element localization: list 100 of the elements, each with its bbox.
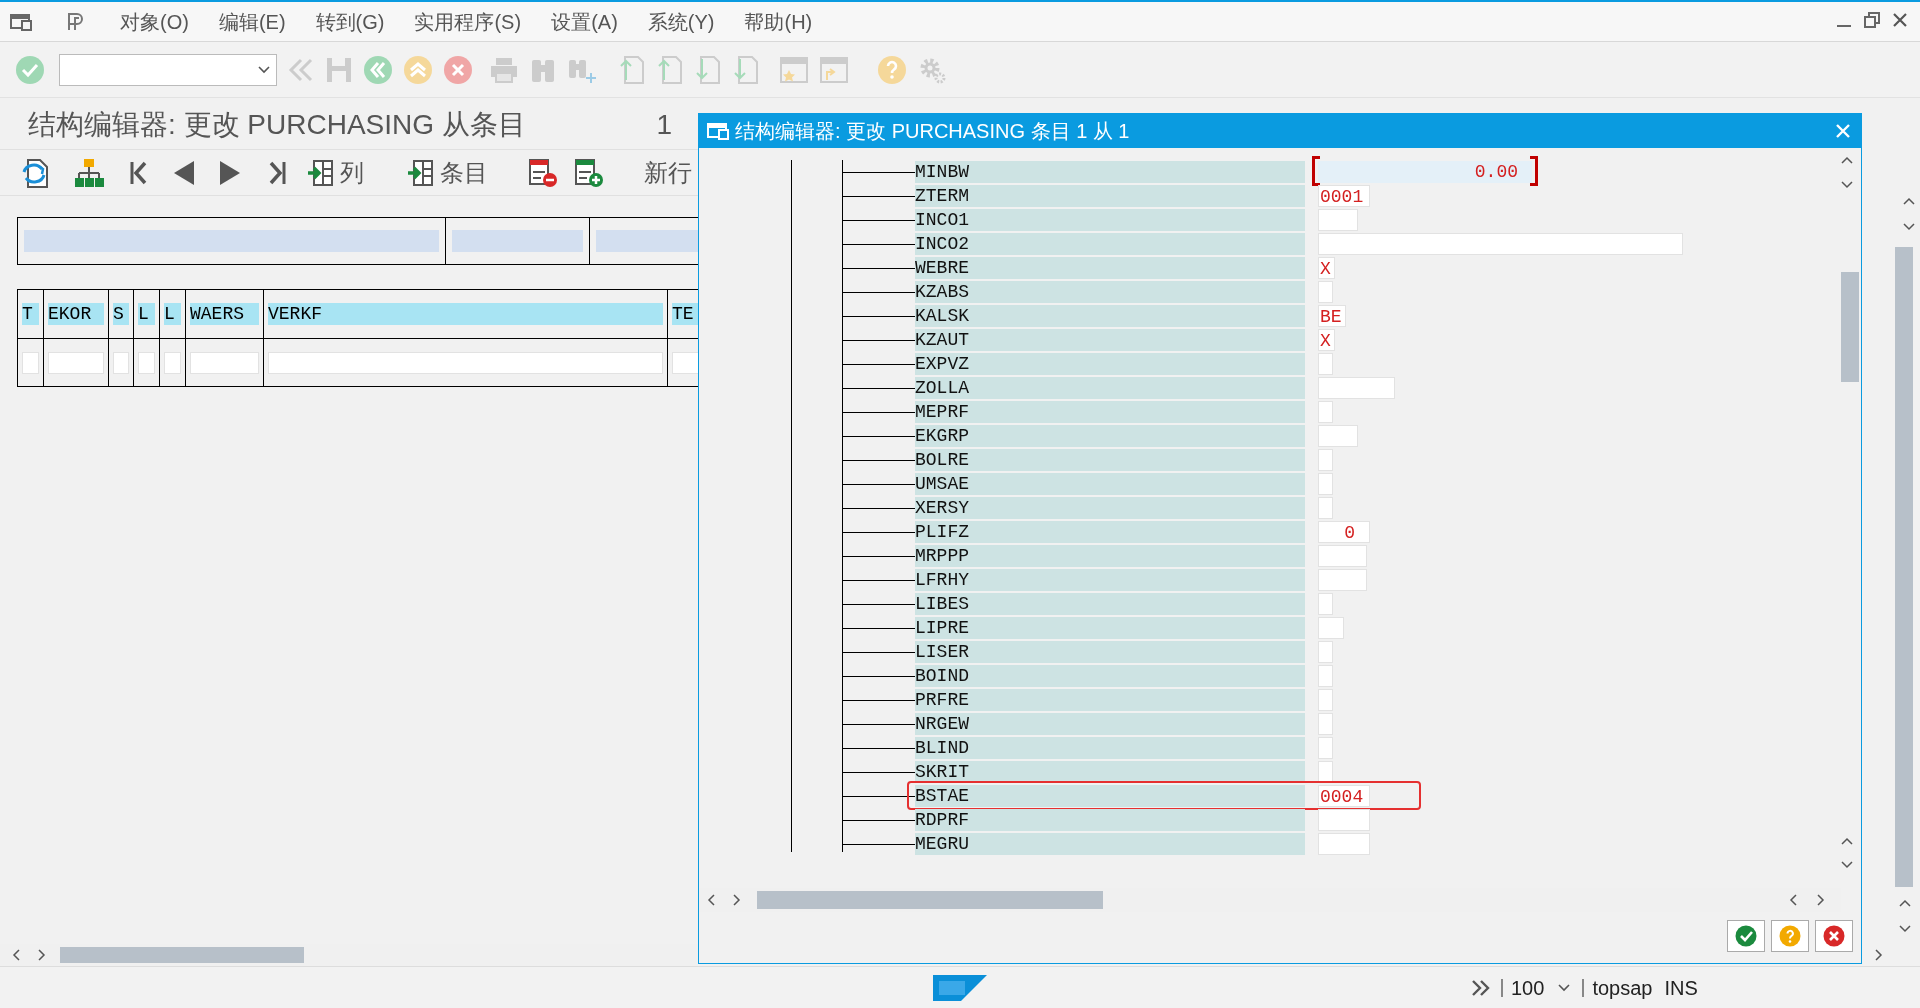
input-field[interactable] (1318, 569, 1367, 591)
scroll-right-icon[interactable] (1875, 949, 1883, 961)
new-row-button[interactable]: 新行 (644, 154, 692, 191)
delete-row-icon[interactable] (528, 157, 558, 188)
dropdown-icon[interactable] (1558, 983, 1571, 992)
scroll-down-icon[interactable] (1841, 861, 1853, 869)
scroll-down-icon[interactable] (1899, 925, 1911, 933)
command-field[interactable] (59, 53, 277, 86)
input-field[interactable] (1318, 689, 1333, 711)
input-field[interactable] (1318, 425, 1358, 447)
hierarchy-icon[interactable] (74, 157, 104, 188)
cancel-icon[interactable] (443, 54, 473, 85)
input-field[interactable] (1318, 761, 1333, 783)
page-down-icon[interactable] (693, 54, 721, 85)
input-field[interactable]: 0.00 (1318, 161, 1532, 183)
input-field[interactable] (1318, 737, 1333, 759)
scroll-up-icon[interactable] (1899, 899, 1911, 907)
cancel-button[interactable] (1815, 920, 1853, 952)
field-label: RDPRF (915, 809, 1305, 831)
input-field[interactable] (596, 230, 698, 252)
entries-button[interactable]: 条目 (406, 154, 488, 191)
input-field[interactable] (24, 230, 439, 252)
scroll-right-icon[interactable] (1815, 894, 1825, 906)
scroll-left-icon[interactable] (12, 949, 22, 961)
input-field[interactable] (113, 351, 129, 374)
scroll-down-icon[interactable] (1841, 181, 1853, 189)
back-icon[interactable] (287, 56, 315, 83)
input-field[interactable] (190, 351, 259, 374)
scroll-right-icon[interactable] (731, 894, 741, 906)
input-field[interactable] (1318, 497, 1333, 519)
input-field[interactable] (48, 351, 104, 374)
input-field[interactable] (22, 351, 39, 374)
back-circle-icon[interactable] (363, 54, 393, 85)
scroll-up-icon[interactable] (1841, 837, 1853, 845)
input-field[interactable]: X (1318, 257, 1335, 279)
menu-item[interactable]: 转到(G) (315, 6, 385, 37)
refresh-page-icon[interactable] (20, 156, 50, 189)
menu-item[interactable]: 对象(O) (120, 6, 189, 37)
scroll-left-icon[interactable] (707, 894, 717, 906)
input-field[interactable] (1318, 545, 1367, 567)
input-field[interactable] (1318, 713, 1333, 735)
input-field[interactable]: X (1318, 329, 1335, 351)
up-circle-icon[interactable] (403, 54, 433, 85)
input-field[interactable] (164, 351, 181, 374)
input-field[interactable]: 0004 (1318, 785, 1370, 807)
close-icon[interactable] (1892, 12, 1908, 28)
restore-icon[interactable] (1864, 12, 1880, 28)
scroll-up-icon[interactable] (1903, 197, 1915, 205)
column-header: TE (672, 303, 698, 325)
menu-item[interactable]: 编辑(E) (218, 6, 286, 37)
previous-icon[interactable] (172, 159, 196, 186)
printer-icon[interactable] (489, 55, 519, 84)
input-field[interactable]: BE (1318, 305, 1346, 327)
menu-item[interactable]: 实用程序(S) (414, 6, 522, 37)
input-field[interactable]: 0 (1318, 521, 1370, 543)
column-header: L (138, 303, 155, 325)
input-field[interactable] (1318, 449, 1333, 471)
input-field[interactable] (1318, 665, 1333, 687)
input-field[interactable] (1318, 401, 1333, 423)
window-menu-icon[interactable] (10, 12, 32, 31)
confirm-button[interactable] (1727, 920, 1765, 952)
input-field[interactable] (1318, 353, 1333, 375)
next-icon[interactable] (218, 159, 242, 186)
input-field[interactable] (1318, 617, 1344, 639)
scroll-up-icon[interactable] (1841, 156, 1853, 164)
scroll-right-icon[interactable] (36, 949, 46, 961)
field-label: BOIND (915, 665, 1305, 687)
scroll-down-icon[interactable] (1903, 223, 1915, 231)
page-down-icon[interactable] (731, 54, 759, 85)
input-field[interactable] (1318, 281, 1333, 303)
menu-item[interactable]: 设置(A) (551, 6, 618, 37)
input-field[interactable] (1318, 473, 1333, 495)
input-field[interactable] (1318, 833, 1370, 855)
input-field[interactable] (452, 230, 583, 252)
input-field[interactable] (1318, 209, 1358, 231)
input-field[interactable] (1318, 377, 1395, 399)
check-icon[interactable] (15, 54, 45, 85)
input-field[interactable] (1318, 593, 1333, 615)
scrollbar-thumb[interactable] (757, 891, 1103, 909)
expand-icon[interactable] (1471, 978, 1491, 997)
menu-item[interactable]: 帮助(H) (744, 6, 813, 37)
help-icon[interactable] (877, 54, 907, 85)
columns-button[interactable]: 列 (306, 154, 364, 191)
scroll-left-icon[interactable] (1789, 894, 1799, 906)
scrollbar-thumb[interactable] (1841, 272, 1859, 382)
scrollbar-thumb[interactable] (1895, 247, 1913, 887)
input-field[interactable] (138, 351, 155, 374)
menu-item[interactable]: 系统(Y) (647, 6, 715, 37)
column-header: VERKF (268, 303, 663, 325)
field-label: LIPRE (915, 617, 1305, 639)
input-field[interactable] (1318, 233, 1683, 255)
scrollbar-thumb[interactable] (60, 947, 304, 963)
window-menu-icon[interactable] (707, 122, 729, 140)
insert-row-icon[interactable] (574, 157, 604, 188)
field-label: KZABS (915, 281, 1305, 303)
input-field[interactable] (1318, 641, 1333, 663)
input-field[interactable] (1318, 809, 1370, 831)
input-field[interactable]: 0001 (1318, 185, 1370, 207)
help-button[interactable] (1771, 920, 1809, 952)
input-field[interactable] (268, 351, 663, 374)
